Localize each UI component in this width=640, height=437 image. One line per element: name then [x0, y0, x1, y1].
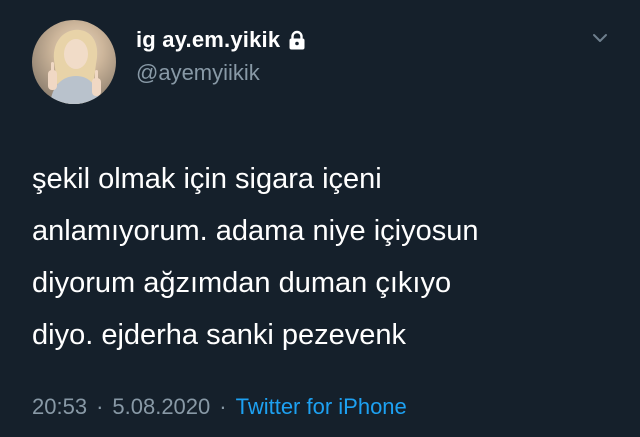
- tweet-text-line: diyorum ağzımdan duman çıkıyo: [32, 267, 452, 299]
- lock-icon: [288, 30, 306, 50]
- tweet-source-link[interactable]: Twitter for iPhone: [236, 394, 407, 420]
- author-name-row[interactable]: ig ay.em.yikik: [136, 27, 306, 53]
- tweet-text-line: anlamıyorum. adama niye içiyosun: [32, 215, 479, 247]
- tweet-text: şekil olmak için sigara içeni anlamıyoru…: [32, 153, 612, 361]
- avatar[interactable]: [32, 20, 116, 104]
- tweet-time[interactable]: 20:53: [32, 394, 87, 420]
- chevron-down-icon[interactable]: [590, 30, 610, 46]
- separator: ·: [96, 394, 104, 419]
- avatar-photo: [48, 29, 101, 104]
- author-handle[interactable]: @ayemyiikik: [136, 60, 260, 86]
- tweet-date[interactable]: 5.08.2020: [112, 394, 210, 420]
- tweet-text-line: şekil olmak için sigara içeni: [32, 163, 382, 195]
- display-name[interactable]: ig ay.em.yikik: [136, 27, 280, 53]
- separator: ·: [219, 394, 227, 419]
- tweet-metadata: 20:53 · 5.08.2020 · Twitter for iPhone: [32, 394, 407, 420]
- tweet-text-line: diyo. ejderha sanki pezevenk: [32, 319, 407, 351]
